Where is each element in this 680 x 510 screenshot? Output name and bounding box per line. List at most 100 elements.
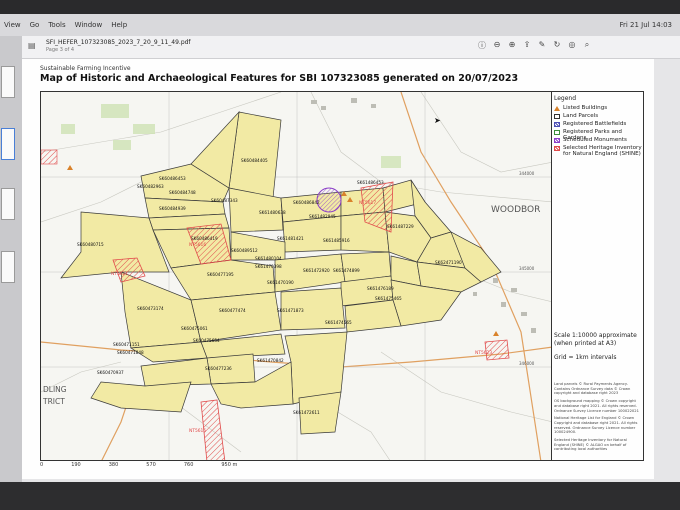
parcel-label: SK60484939 [159,206,186,211]
parcel-label: SK60486453 [159,176,186,181]
shine-label: NT5617 [359,200,376,206]
scale-tick-label: 190 [71,462,81,468]
share-icon[interactable]: ⇪ [522,40,532,51]
document-title: SFI_HEFER_107323085_2023_7_20_9_11_49.pd… [46,39,191,46]
grid-label: 346000 [519,361,535,366]
legend-item-shine: Selected Heritage Inventory for Natural … [554,145,642,158]
parcel-label: SK60473174 [137,306,164,311]
place-label: WOODBOR [491,205,540,215]
shine-label: NT5623 [475,350,492,356]
parcel-label: SK61482945 [309,214,336,219]
parcel-label: SK61487229 [387,224,414,229]
listed-building-icon [67,165,73,170]
parcel-label: SK61470398 [255,264,282,269]
parcel-label: SK60470937 [97,370,124,375]
parcel-label: SK60484405 [241,158,268,163]
grid-note: Grid = 1km intervals [554,354,617,361]
page-thumbnail-2[interactable] [1,128,15,160]
map-area: SK60484405 SK60486453 SK60482963 SK60484748… [40,91,552,461]
parcel-label: SK61474899 [333,268,360,273]
hatch-icon [554,145,560,151]
menu-item-window[interactable]: Window [75,21,103,29]
sidebar-toggle-icon[interactable]: ▤ [28,41,36,50]
parcel-label: SK60471848 [117,350,144,355]
parcel-label: SK61474565 [325,320,352,325]
parcel-label: SK60489512 [231,248,258,253]
pdf-page: Sustainable Farming Incentive Map of His… [22,59,654,479]
monitor-bezel-bottom [0,482,680,510]
land-parcel [344,299,402,333]
menubar-clock: Fri 21 Jul 14:03 [619,21,672,29]
info-icon[interactable]: ⓘ [477,40,487,51]
rotate-icon[interactable]: ↻ [552,40,562,51]
parcel-label: SK60482963 [137,184,164,189]
legend-item-listed-buildings: Listed Buildings [554,105,642,111]
place-label: DLING [43,385,67,394]
parcel-label: SK60484748 [169,190,196,195]
parcel-label: SK61472920 [303,268,330,273]
triangle-icon [554,105,560,111]
scale-tick-label: 760 [183,462,194,468]
thumbnail-sidebar [0,36,22,482]
land-parcel [140,357,212,387]
parcel-label: SK61480638 [259,210,286,215]
parcel-label: SK60486419 [191,236,218,241]
parcel-label: SK61470190 [267,280,294,285]
menu-item-view[interactable]: View [4,21,21,29]
scale-tick-label: 570 [146,462,156,468]
place-label: TRICT [42,397,65,406]
search-icon[interactable]: ⌕ [582,40,592,51]
parcel-label: SK60471151 [113,342,140,347]
box-icon [554,113,560,119]
scale-tick-label: 0 [40,462,44,468]
annotate-icon[interactable]: ◎ [567,40,577,51]
legend-item-registered-battlefields: Registered Battlefields [554,121,642,127]
hatch-icon [554,121,560,127]
parcel-label: SK60477195 [207,272,234,277]
map-title: Map of Historic and Archaeological Featu… [40,73,519,84]
pdf-viewer-window: ▤ SFI_HEFER_107323085_2023_7_20_9_11_49.… [0,36,680,482]
markup-pen-icon[interactable]: ✎ [537,40,547,51]
shine-label: NT5616 [189,242,206,248]
parcel-label: SK60487343 [211,198,238,203]
parcel-label: SK61485916 [323,238,350,243]
parcel-label: SK61480104 [255,256,282,261]
menu-item-tools[interactable]: Tools [48,21,65,29]
parcel-label: SK60475061 [181,326,208,331]
parcel-label: SK61481421 [277,236,304,241]
page-thumbnail-1[interactable] [1,66,15,98]
monitor-bezel-top [0,0,680,14]
parcel-label: SK60477474 [219,308,246,313]
scale-tick-label: 380 [108,462,119,468]
legend-panel: Legend Listed Buildings Land Parcels Reg… [550,91,644,461]
map-svg: SK60484405 SK60486453 SK60482963 SK60484748… [41,92,551,460]
listed-building-icon [493,331,499,336]
parcel-label: SK61486453 [357,180,384,185]
copyright-credits: Land parcels © Rural Payments Agency. Co… [554,382,639,452]
menu-item-help[interactable]: Help [111,21,127,29]
land-parcel [282,215,342,253]
legend-title: Legend [554,95,577,102]
parcel-label: SK61472611 [293,410,320,415]
shine-label: NT5621 [111,271,128,277]
scale-note: Scale 1:10000 approximate (when printed … [554,332,637,347]
parcel-label: SK60475654 [193,338,220,343]
scale-tick-label: 950 m [221,462,238,468]
menu-item-go[interactable]: Go [30,21,40,29]
box-icon [554,129,560,135]
shine-label: NT5615 [189,428,206,434]
viewer-toolbar: ▤ SFI_HEFER_107323085_2023_7_20_9_11_49.… [22,36,680,59]
parcel-label: SK61476189 [367,286,394,291]
menu-bar: View Go Tools Window Help Fri 21 Jul 14:… [0,14,680,36]
land-parcel [190,291,282,343]
zoom-out-icon[interactable]: ⊖ [492,40,502,51]
page-thumbnail-4[interactable] [1,251,15,283]
parcel-label: SK60477236 [205,366,232,371]
page-thumbnail-3[interactable] [1,188,15,220]
parcel-label: SK60486842 [293,200,320,205]
mouse-cursor-icon: ➤ [434,116,441,125]
document-page-indicator: Page 3 of 4 [46,47,75,53]
zoom-in-icon[interactable]: ⊕ [507,40,517,51]
parcel-label: SK61471873 [277,308,304,313]
land-parcel [90,381,192,413]
